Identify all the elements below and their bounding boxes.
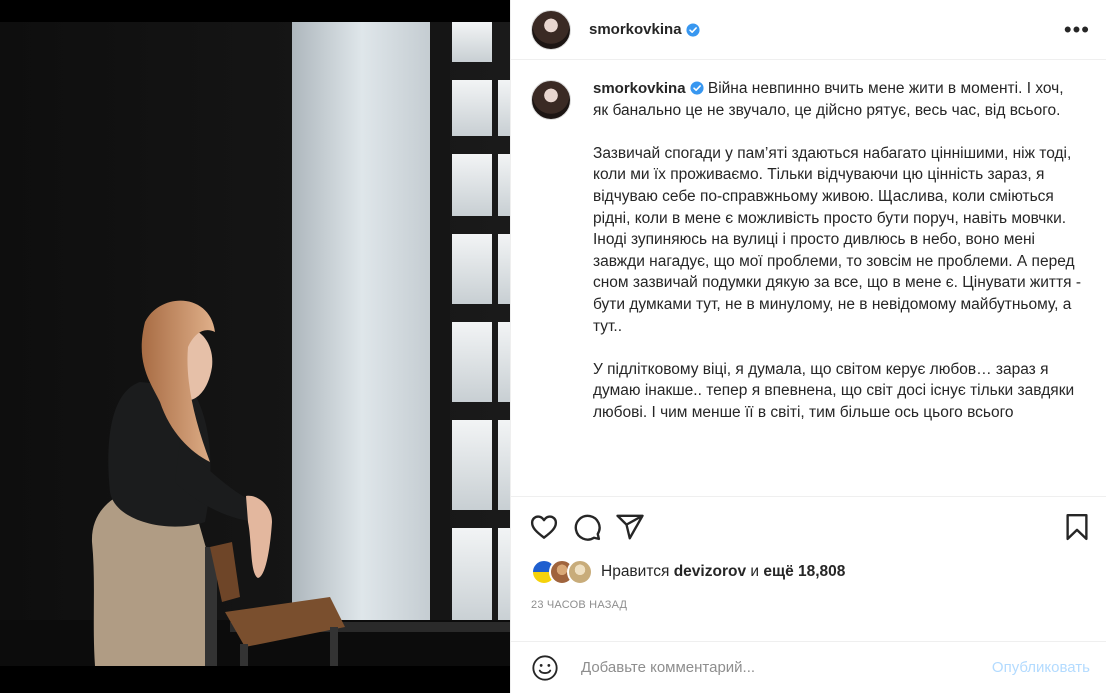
caption-username[interactable]: smorkovkina bbox=[593, 80, 686, 97]
comment-input[interactable] bbox=[579, 658, 992, 677]
post-actions-bar bbox=[511, 497, 1106, 557]
post-header: smorkovkina ••• bbox=[511, 0, 1106, 60]
author-username[interactable]: smorkovkina bbox=[589, 21, 682, 38]
verified-badge-icon bbox=[689, 81, 704, 95]
more-options-icon[interactable]: ••• bbox=[1064, 18, 1090, 41]
caption-section: smorkovkina Війна невпинно вчить мене жи… bbox=[511, 60, 1106, 497]
caption-text: smorkovkina Війна невпинно вчить мене жи… bbox=[593, 78, 1083, 496]
emoji-icon[interactable] bbox=[531, 654, 559, 682]
post-timestamp[interactable]: 23 ЧАСОВ НАЗАД bbox=[511, 587, 1106, 617]
comment-icon[interactable] bbox=[572, 512, 602, 542]
likes-text[interactable]: Нравится devizorov и ещё 18,808 bbox=[601, 563, 845, 581]
share-icon[interactable] bbox=[615, 512, 645, 542]
author-avatar[interactable] bbox=[531, 9, 571, 50]
liker-avatar bbox=[567, 559, 593, 585]
likes-count[interactable]: ещё 18,808 bbox=[763, 563, 845, 580]
caption-paragraph: У підлітковому віці, я думала, що світом… bbox=[593, 360, 1075, 421]
post-details-panel: smorkovkina ••• smorkovkina Війна невпин… bbox=[510, 0, 1106, 693]
publish-button[interactable]: Опубликовать bbox=[992, 659, 1090, 676]
likes-conjunction: и bbox=[750, 563, 760, 580]
bookmark-icon[interactable] bbox=[1062, 512, 1092, 542]
caption-author-avatar[interactable] bbox=[531, 80, 571, 120]
heart-icon[interactable] bbox=[529, 512, 559, 542]
liker-username[interactable]: devizorov bbox=[674, 563, 746, 580]
likes-prefix: Нравится bbox=[601, 563, 670, 580]
caption-paragraph: smorkovkina Війна невпинно вчить мене жи… bbox=[593, 78, 1083, 121]
likes-summary[interactable]: Нравится devizorov и ещё 18,808 bbox=[511, 557, 1106, 587]
add-comment-bar: Опубликовать bbox=[511, 641, 1106, 693]
post-photo bbox=[0, 22, 510, 666]
caption-paragraph: Зазвичай спогади у пам’яті здаються наба… bbox=[593, 144, 1081, 335]
verified-badge-icon bbox=[685, 22, 700, 37]
